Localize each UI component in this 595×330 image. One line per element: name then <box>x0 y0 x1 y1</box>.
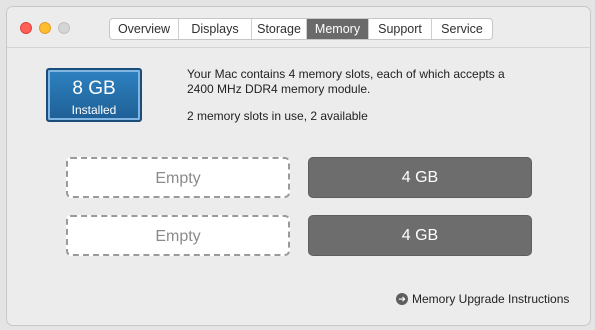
tab-support[interactable]: Support <box>369 19 432 39</box>
memory-slot-2: 4 GB <box>308 157 532 198</box>
tab-overview[interactable]: Overview <box>110 19 179 39</box>
memory-upgrade-instructions-link[interactable]: ➜ Memory Upgrade Instructions <box>396 292 569 306</box>
upgrade-link-label: Memory Upgrade Instructions <box>412 292 570 306</box>
memory-slot-1: Empty <box>66 157 290 198</box>
memory-slots-status: 2 memory slots in use, 2 available <box>187 109 368 123</box>
close-button[interactable] <box>20 22 32 34</box>
tab-displays[interactable]: Displays <box>179 19 252 39</box>
memory-slot-4: 4 GB <box>308 215 532 256</box>
memory-slots-info: Your Mac contains 4 memory slots, each o… <box>187 67 505 96</box>
tab-service[interactable]: Service <box>432 19 492 39</box>
memory-installed-label: Installed <box>71 103 117 117</box>
memory-description: Your Mac contains 4 memory slots, each o… <box>187 67 527 124</box>
memory-slot-3: Empty <box>66 215 290 256</box>
tab-memory[interactable]: Memory <box>307 19 369 39</box>
minimize-button[interactable] <box>39 22 51 34</box>
about-this-mac-window: Overview Displays Storage Memory Support… <box>7 7 590 325</box>
memory-total-size: 8 GB <box>72 78 116 99</box>
tab-bar: Overview Displays Storage Memory Support… <box>109 18 493 40</box>
zoom-button[interactable] <box>58 22 70 34</box>
memory-summary-badge: 8 GB Installed <box>46 68 142 122</box>
tab-storage[interactable]: Storage <box>252 19 307 39</box>
title-bar: Overview Displays Storage Memory Support… <box>7 7 590 48</box>
arrow-right-circle-icon: ➜ <box>396 293 408 305</box>
